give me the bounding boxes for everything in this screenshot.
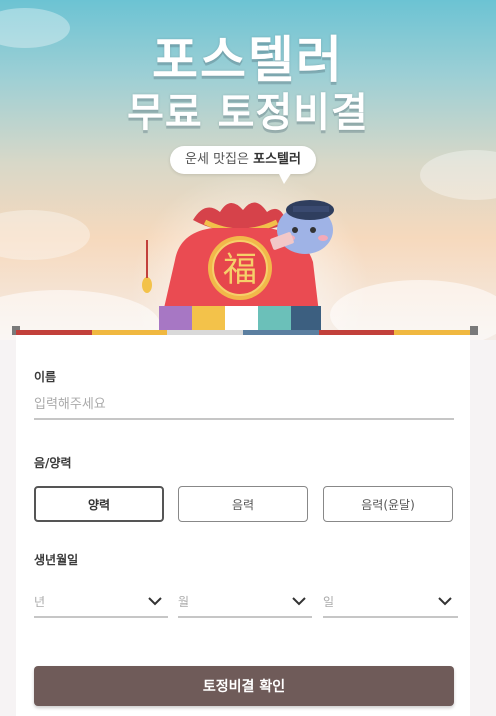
name-input[interactable] — [34, 390, 454, 420]
birth-month-select[interactable]: 월 — [178, 586, 312, 618]
day-placeholder: 일 — [323, 594, 335, 609]
chevron-down-icon — [292, 596, 306, 605]
birth-date-label: 생년월일 — [34, 553, 79, 567]
confirm-fortune-button[interactable]: 토정비결 확인 — [34, 666, 454, 706]
chevron-down-icon — [438, 596, 452, 605]
bubble-brand: 포스텔러 — [253, 152, 301, 167]
lucky-bag-illustration: 福 — [142, 200, 334, 330]
solar-calendar-button[interactable]: 양력 — [34, 486, 164, 522]
page-title: 무료 토정비결 — [127, 90, 369, 136]
chevron-down-icon — [148, 596, 162, 605]
cloud-decoration — [420, 150, 496, 200]
lunar-leap-month-button[interactable]: 음력(윤달) — [323, 486, 453, 522]
month-placeholder: 월 — [178, 594, 190, 609]
name-label: 이름 — [34, 370, 57, 384]
cloud-decoration — [0, 210, 90, 260]
hero-banner: 포스텔러 무료 토정비결 운세 맛집은 포스텔러 福 — [0, 0, 496, 340]
birth-year-select[interactable]: 년 — [34, 586, 168, 618]
year-placeholder: 년 — [34, 594, 46, 609]
birth-day-select[interactable]: 일 — [323, 586, 458, 618]
form-card — [16, 330, 471, 716]
speech-bubble: 운세 맛집은 포스텔러 — [170, 146, 316, 174]
ornament-icon — [142, 277, 152, 293]
fortune-character-icon: 福 — [223, 250, 257, 290]
color-stripe — [16, 330, 471, 335]
bubble-text: 운세 맛집은 — [185, 152, 249, 167]
stripe-end-right — [470, 326, 478, 335]
lunar-calendar-button[interactable]: 음력 — [178, 486, 308, 522]
calendar-type-label: 음/양력 — [34, 456, 72, 470]
